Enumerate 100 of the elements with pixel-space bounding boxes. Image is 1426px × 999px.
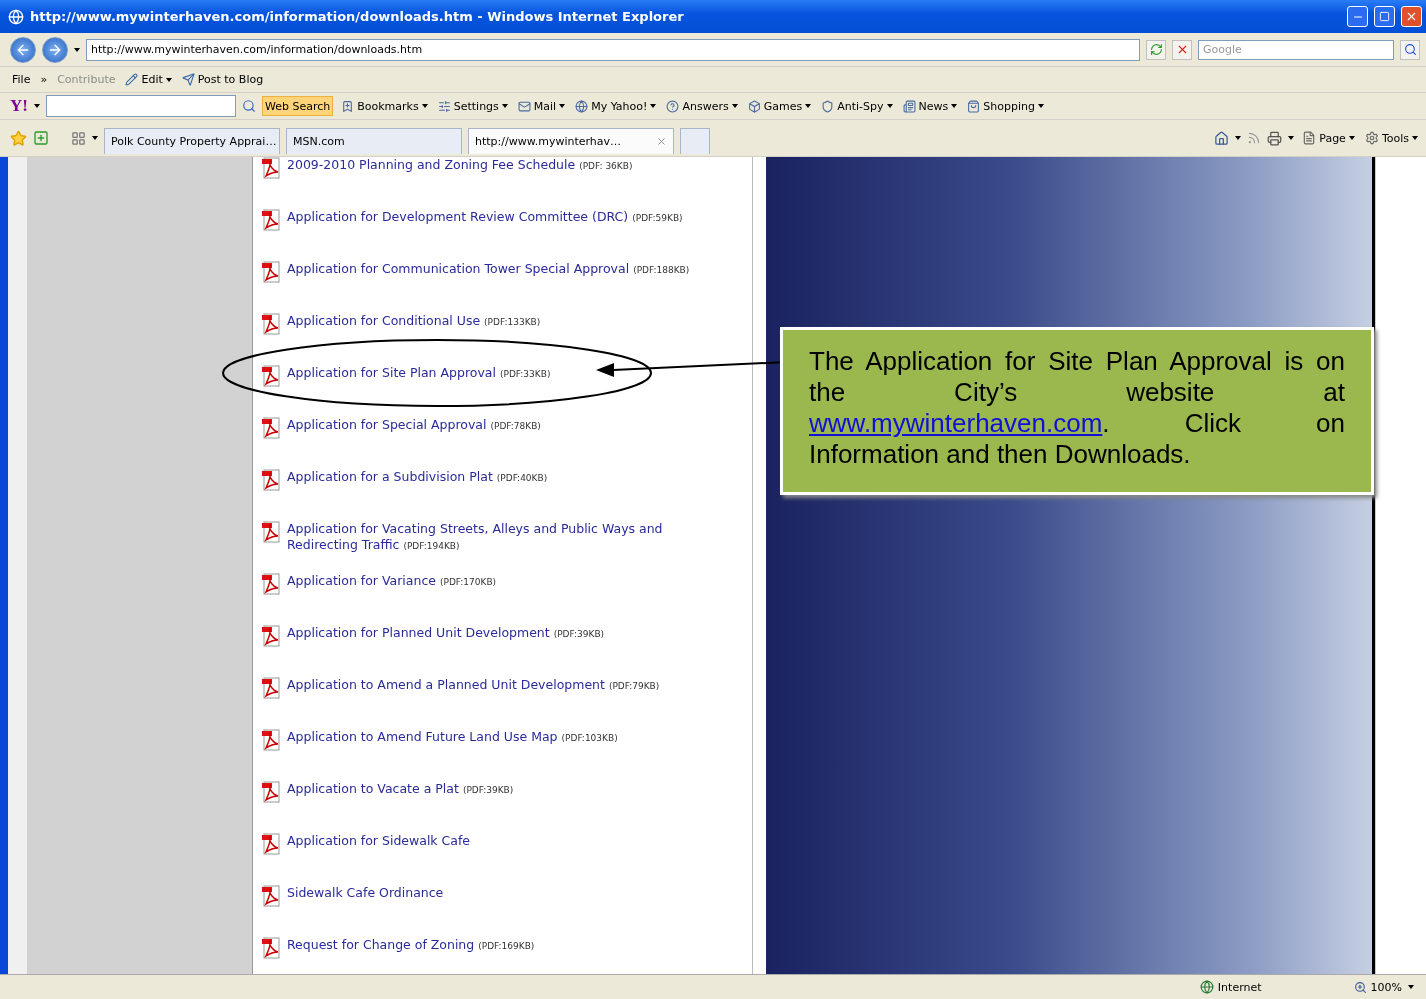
close-tab-icon[interactable] <box>656 136 667 147</box>
pencil-icon <box>125 73 139 86</box>
toolbar-item[interactable]: Games <box>745 99 814 113</box>
stop-button[interactable] <box>1172 39 1192 60</box>
menu-item[interactable]: File <box>10 73 33 86</box>
browser-tab[interactable]: http://www.mywinterhav… <box>468 128 674 154</box>
document-link[interactable]: Sidewalk Cafe Ordinance <box>287 885 717 901</box>
caret-icon[interactable] <box>74 47 80 52</box>
caret-icon[interactable] <box>421 104 428 108</box>
gear-icon <box>1364 131 1379 145</box>
document-link[interactable]: Application for Vacating Streets, Alleys and Public Ways and Redirecting Traffic (PDF:194KB) <box>287 521 717 554</box>
caret-icon[interactable] <box>1037 104 1044 108</box>
close-icon <box>1405 10 1418 23</box>
close-button[interactable] <box>1401 6 1422 27</box>
document-link[interactable]: Application for Conditional Use (PDF:133KB) <box>287 313 717 330</box>
pdf-icon <box>261 625 281 647</box>
browser-tab[interactable]: MSN.com <box>286 128 462 154</box>
bookmark-plus-icon <box>341 99 355 113</box>
minimize-button[interactable] <box>1347 6 1368 27</box>
toolbar-item[interactable]: Settings <box>435 99 510 113</box>
pdf-icon <box>261 833 281 855</box>
document-link[interactable]: Application for Planned Unit Development (PDF:39KB) <box>287 625 717 642</box>
toolbar-item[interactable]: Mail <box>515 99 568 113</box>
document-link[interactable]: Application for Sidewalk Cafe <box>287 833 717 849</box>
globe-icon <box>1199 980 1214 994</box>
refresh-button[interactable] <box>1146 39 1166 60</box>
back-button[interactable] <box>10 36 36 63</box>
command-button[interactable]: Tools <box>1362 131 1420 145</box>
search-button[interactable] <box>1400 39 1420 60</box>
toolbar-item[interactable]: Bookmarks <box>339 99 430 113</box>
caret-icon[interactable] <box>1235 136 1242 140</box>
address-field[interactable]: http://www.mywinterhaven.com/information/downloads.htm <box>86 38 1140 61</box>
zoom-icon <box>1353 980 1367 994</box>
pdf-icon <box>261 781 281 803</box>
command-button[interactable]: Page <box>1300 131 1357 145</box>
url-text: http://www.mywinterhaven.com/information/downloads.htm <box>91 43 423 56</box>
caret-icon[interactable] <box>1408 985 1414 989</box>
pdf-icon <box>261 937 281 959</box>
document-link[interactable]: Application to Amend Future Land Use Map (PDF:103KB) <box>287 729 717 746</box>
home-icon[interactable] <box>1214 130 1230 146</box>
caret-icon[interactable] <box>650 104 657 108</box>
zoom-text[interactable]: 100% <box>1353 980 1402 994</box>
toolbar-item[interactable]: Shopping <box>965 99 1046 113</box>
yahoo-logo[interactable]: Y! <box>10 96 28 116</box>
web-search-button[interactable]: Web Search <box>261 96 334 116</box>
document-link[interactable]: Application for Variance (PDF:170KB) <box>287 573 717 590</box>
maximize-icon <box>1379 11 1390 22</box>
caret-icon[interactable] <box>559 104 566 108</box>
document-link[interactable]: Application to Vacate a Plat (PDF:39KB) <box>287 781 717 798</box>
document-link[interactable]: Application for Site Plan Approval (PDF:33KB) <box>287 365 717 382</box>
toolbar-item[interactable]: News <box>900 99 960 113</box>
question-icon <box>666 99 680 113</box>
website-link[interactable]: www.mywinterhaven.com <box>809 408 1103 438</box>
caret-icon[interactable] <box>731 104 738 108</box>
caret-icon[interactable] <box>33 104 40 108</box>
send-icon <box>181 73 195 86</box>
box-icon <box>747 99 761 113</box>
page-icon <box>1302 131 1317 145</box>
pdf-icon <box>261 677 281 699</box>
search-icon[interactable] <box>241 99 256 113</box>
pdf-icon <box>261 313 281 335</box>
menu-item[interactable]: Edit <box>123 73 174 86</box>
caret-icon[interactable] <box>951 104 958 108</box>
pdf-icon <box>261 417 281 439</box>
maximize-button[interactable] <box>1374 6 1395 27</box>
document-link[interactable]: Application for Special Approval (PDF:78KB) <box>287 417 717 434</box>
caret-icon[interactable] <box>805 104 812 108</box>
caret-icon[interactable] <box>1288 136 1295 140</box>
pdf-icon <box>261 365 281 387</box>
document-link[interactable]: Application to Amend a Planned Unit Development (PDF:79KB) <box>287 677 717 694</box>
add-favorite-icon[interactable] <box>33 130 49 146</box>
caret-icon[interactable] <box>1412 136 1418 140</box>
print-icon[interactable] <box>1267 130 1283 146</box>
sliders-icon <box>437 99 451 113</box>
yahoo-search-field[interactable] <box>45 95 236 117</box>
document-link[interactable]: Application for Communication Tower Special Approval (PDF:188KB) <box>287 261 717 278</box>
menu-item[interactable]: » <box>38 73 50 86</box>
shield-icon <box>821 99 835 113</box>
document-link[interactable]: Request for Change of Zoning (PDF:169KB) <box>287 937 717 954</box>
document-link[interactable]: 2009-2010 Planning and Zoning Fee Schedule (PDF: 36KB) <box>287 157 717 174</box>
document-link[interactable]: Application for Development Review Committee (DRC) (PDF:59KB) <box>287 209 717 226</box>
menu-item[interactable]: Post to Blog <box>179 73 266 86</box>
pdf-icon <box>261 885 281 907</box>
document-link[interactable]: Application for a Subdivision Plat (PDF:40KB) <box>287 469 717 486</box>
caret-icon[interactable] <box>501 104 508 108</box>
star-icon[interactable] <box>10 129 27 147</box>
forward-button[interactable] <box>42 36 68 63</box>
toolbar-item[interactable]: Answers <box>664 99 740 113</box>
browser-tab[interactable]: Polk County Property Apprai… <box>104 128 280 154</box>
caret-icon[interactable] <box>1348 136 1355 140</box>
search-field[interactable]: Google <box>1198 39 1394 60</box>
toolbar-item[interactable]: Anti-Spy <box>819 99 895 113</box>
toolbar-item[interactable]: My Yahoo! <box>573 99 659 113</box>
mail-icon <box>517 99 531 113</box>
pdf-icon <box>261 209 281 231</box>
caret-icon[interactable] <box>165 77 172 82</box>
caret-icon[interactable] <box>886 104 893 108</box>
quick-tabs-icon[interactable] <box>71 130 86 146</box>
browser-icon <box>8 8 24 25</box>
caret-icon[interactable] <box>92 136 98 140</box>
